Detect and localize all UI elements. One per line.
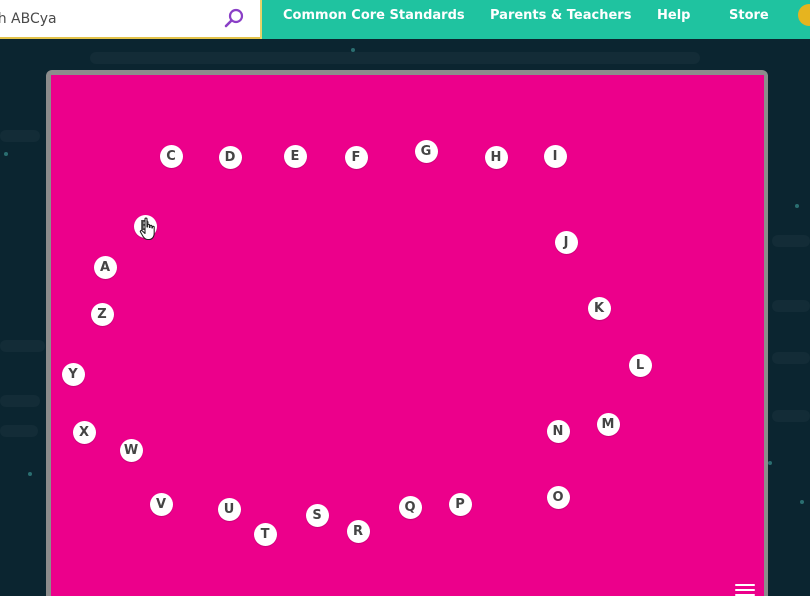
letter-dot-d[interactable]: D [218,145,242,169]
letter-dot-n[interactable]: N [546,419,570,443]
letter-dot-r[interactable]: R [346,519,370,543]
letter-dot-b[interactable]: B [133,214,157,238]
nav-common-core-standards[interactable]: Common Core Standards [283,8,465,23]
letter-dot-h[interactable]: H [484,145,508,169]
letter-dot-q[interactable]: Q [398,495,422,519]
letter-dot-t[interactable]: T [253,522,277,546]
search-box [0,0,260,39]
letter-dot-w[interactable]: W [119,438,143,462]
top-navigation-bar: Common Core Standards Parents & Teachers… [0,0,810,39]
letter-dot-p[interactable]: P [448,492,472,516]
search-input[interactable] [0,0,215,37]
main-nav: Common Core Standards Parents & Teachers… [260,0,810,39]
nav-parents-teachers[interactable]: Parents & Teachers [490,8,631,23]
letter-dot-c[interactable]: C [159,144,183,168]
search-icon[interactable] [222,6,246,30]
nav-store[interactable]: Store [729,8,769,23]
letter-dot-z[interactable]: Z [90,302,114,326]
letter-dot-i[interactable]: I [543,144,567,168]
letter-dot-l[interactable]: L [628,353,652,377]
letter-dot-g[interactable]: G [414,139,438,163]
letter-dot-e[interactable]: E [283,144,307,168]
letter-dot-v[interactable]: V [149,492,173,516]
hamburger-menu-icon[interactable] [735,584,755,596]
letter-dot-y[interactable]: Y [61,362,85,386]
letter-dot-f[interactable]: F [344,145,368,169]
letter-dot-j[interactable]: J [554,230,578,254]
letter-dot-a[interactable]: A [93,255,117,279]
letter-dot-m[interactable]: M [596,412,620,436]
letter-dot-u[interactable]: U [217,497,241,521]
letter-dot-o[interactable]: O [546,485,570,509]
letter-dot-s[interactable]: S [305,503,329,527]
letter-dot-x[interactable]: X [72,420,96,444]
nav-help[interactable]: Help [657,8,690,23]
coin-icon[interactable] [798,4,810,26]
letter-dot-k[interactable]: K [587,296,611,320]
